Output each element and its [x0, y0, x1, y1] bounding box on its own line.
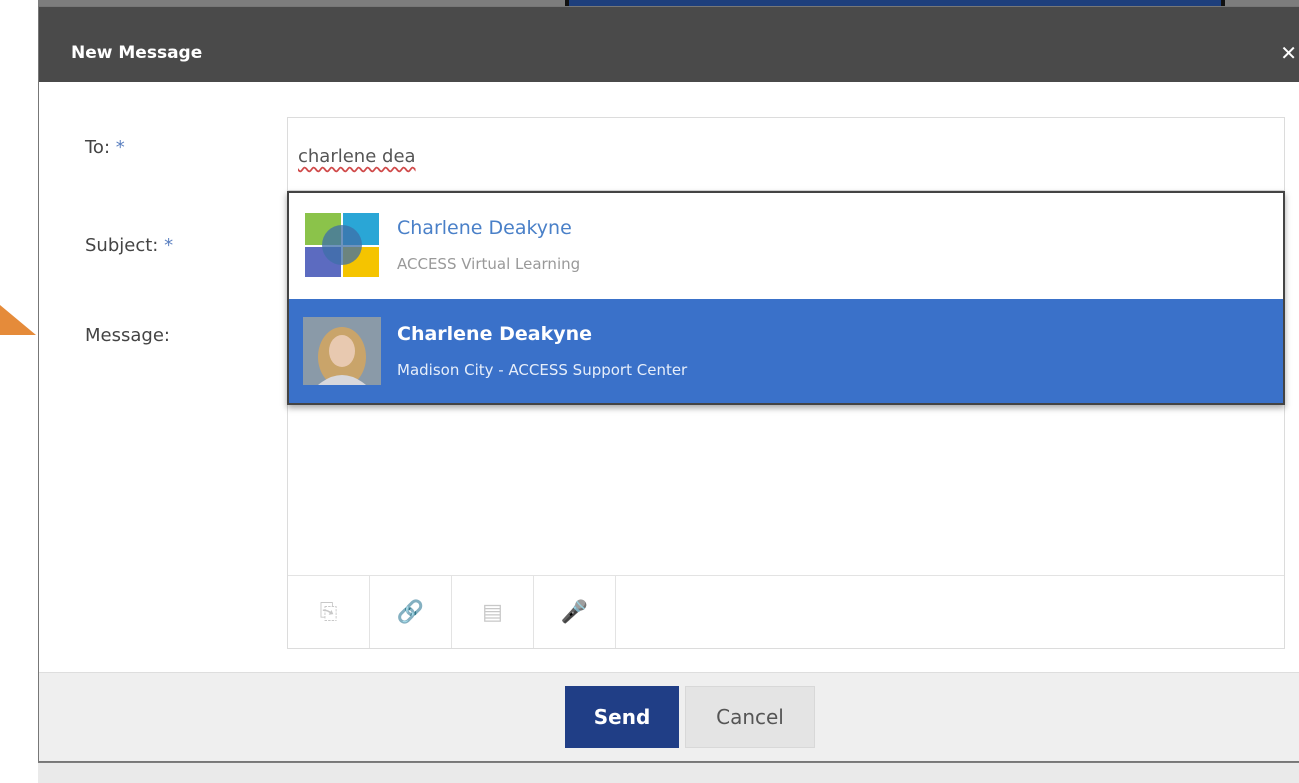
suggestion-name: Charlene Deakyne	[397, 217, 572, 239]
subject-label-text: Subject:	[85, 235, 159, 256]
document-icon[interactable]: ▤	[452, 576, 534, 648]
background-page	[0, 0, 38, 783]
dialog-header: New Message ✕	[39, 7, 1299, 82]
send-button[interactable]: Send	[565, 686, 679, 748]
link-icon[interactable]: 🔗	[370, 576, 452, 648]
suggestion-org: Madison City - ACCESS Support Center	[397, 361, 688, 379]
background-footer	[38, 763, 1299, 783]
suggestion-item-selected[interactable]: Charlene Deakyne Madison City - ACCESS S…	[289, 299, 1283, 403]
subject-label: Subject: *	[85, 235, 173, 256]
required-mark: *	[164, 235, 174, 256]
to-input-value: charlene dea	[298, 146, 416, 167]
pointer-arrow	[0, 305, 36, 335]
message-label: Message:	[85, 325, 170, 346]
dialog-footer: Send Cancel	[39, 672, 1299, 761]
suggestion-name: Charlene Deakyne	[397, 323, 593, 345]
suggestion-org: ACCESS Virtual Learning	[397, 255, 581, 273]
required-mark: *	[115, 137, 125, 158]
new-message-dialog: New Message ✕ To: * Subject: * Message: …	[38, 6, 1299, 762]
dialog-title: New Message	[71, 43, 203, 63]
recipient-suggestions: Charlene Deakyne ACCESS Virtual Learning…	[287, 191, 1285, 405]
suggestion-item[interactable]: Charlene Deakyne ACCESS Virtual Learning	[289, 193, 1283, 297]
microphone-icon[interactable]: 🎤	[534, 576, 616, 648]
to-input[interactable]: charlene dea	[287, 117, 1285, 191]
access-logo	[303, 211, 381, 279]
message-label-text: Message:	[85, 325, 170, 346]
insert-icon[interactable]: ⎘	[288, 576, 370, 648]
to-label: To: *	[85, 137, 125, 158]
close-icon[interactable]: ✕	[1280, 41, 1297, 65]
cancel-button[interactable]: Cancel	[685, 686, 815, 748]
to-label-text: To:	[85, 137, 111, 158]
user-photo	[303, 317, 381, 385]
editor-toolbar: ⎘ 🔗 ▤ 🎤	[288, 575, 1284, 648]
